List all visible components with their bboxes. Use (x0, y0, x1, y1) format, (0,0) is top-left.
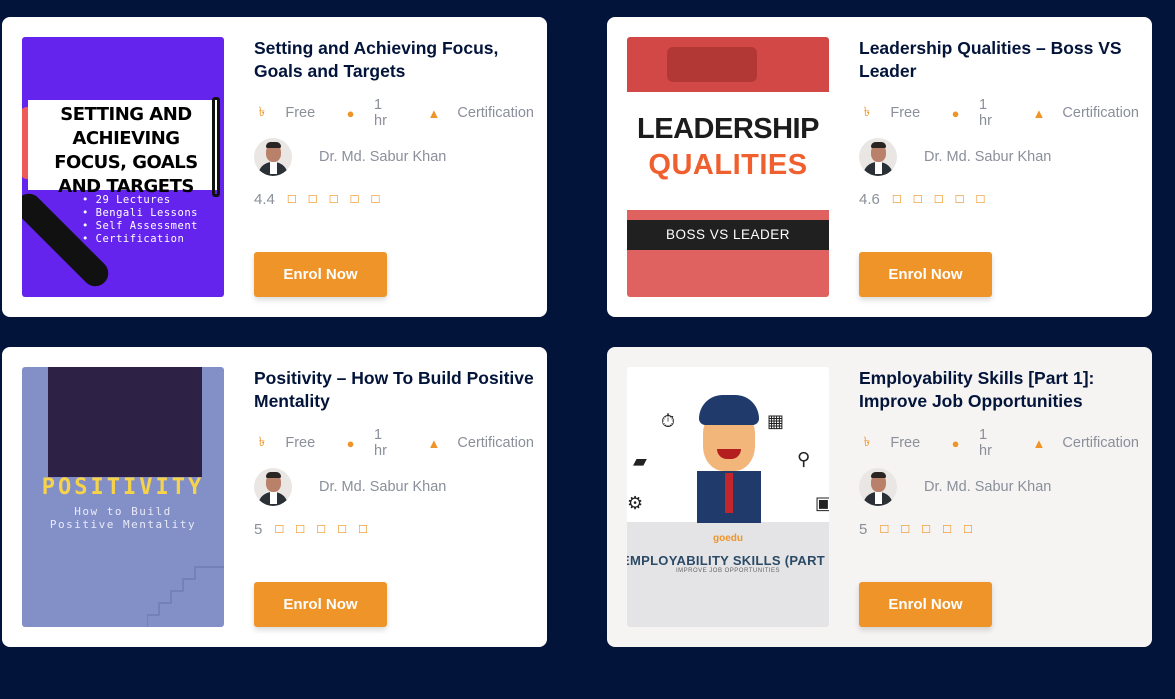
course-meta: ৳ Free ● 1 hr ▲ Certification (254, 427, 534, 459)
rating-row: 5 ☐ ☐ ☐ ☐ ☐ (254, 519, 534, 539)
author-name[interactable]: Dr. Md. Sabur Khan (924, 149, 1051, 165)
rating-stars: ☐ ☐ ☐ ☐ ☐ (891, 193, 990, 206)
thumbnail-title: POSITIVITY (41, 475, 205, 500)
taka-icon: ৳ (258, 433, 266, 449)
rating-value: 4.4 (254, 190, 275, 208)
thumbnail-band: BOSS VS LEADER (627, 220, 829, 250)
clock-icon: ● (346, 105, 355, 121)
stairs-graphic (147, 566, 224, 627)
author-name[interactable]: Dr. Md. Sabur Khan (319, 479, 446, 495)
duration-label: 1 hr (374, 427, 387, 459)
course-thumbnail[interactable]: LEADERSHIP QUALITIES BOSS VS LEADER (627, 37, 829, 297)
thumbnail-bullets: • 29 Lectures • Bengali Lessons • Self A… (82, 194, 198, 245)
graduation-cap-icon: ▲ (1032, 105, 1046, 121)
rating-value: 4.6 (859, 190, 880, 208)
avatar[interactable] (859, 468, 897, 506)
duration-label: 1 hr (374, 97, 387, 129)
course-title[interactable]: Setting and Achieving Focus, Goals and T… (254, 37, 534, 85)
course-meta: ৳ Free ● 1 hr ▲ Certification (859, 427, 1139, 459)
clock-icon: ● (951, 105, 960, 121)
rating-value: 5 (859, 520, 868, 538)
gear-icon: ⚙ (627, 493, 644, 513)
thumbnail-title-line1: LEADERSHIP (637, 113, 819, 145)
rating-stars: ☐ ☐ ☐ ☐ ☐ (879, 523, 977, 536)
course-thumbnail[interactable]: POSITIVITY How to Build Positive Mentali… (22, 367, 224, 627)
magnifier-icon: ⚲ (797, 449, 811, 469)
price-label: Free (285, 105, 316, 121)
taka-icon: ৳ (258, 103, 266, 119)
clock-icon: ● (951, 435, 960, 451)
graduation-cap-icon: ▲ (427, 435, 441, 451)
author-row: Dr. Md. Sabur Khan (254, 467, 534, 507)
course-card: POSITIVITY How to Build Positive Mentali… (2, 347, 547, 647)
price-label: Free (285, 435, 316, 451)
course-card: ⏱ ▦ ▰ ⚲ ⚙ ▣ goedu EMPLOYABILITY SKILLS (… (607, 347, 1152, 647)
rating-stars: ☐ ☐ ☐ ☐ ☐ (274, 523, 372, 536)
stopwatch-icon: ⏱ (661, 411, 676, 431)
author-row: Dr. Md. Sabur Khan (859, 467, 1139, 507)
duration-label: 1 hr (979, 97, 992, 129)
graduation-cap-icon: ▲ (1032, 435, 1046, 451)
author-name[interactable]: Dr. Md. Sabur Khan (924, 479, 1051, 495)
avatar[interactable] (254, 138, 292, 176)
course-title[interactable]: Positivity – How To Build Positive Menta… (254, 367, 534, 415)
thumbnail-subtitle: IMPROVE JOB OPPORTUNITIES (675, 568, 781, 574)
certification-label: Certification (457, 105, 534, 121)
duration-label: 1 hr (979, 427, 992, 459)
enrol-now-button[interactable]: Enrol Now (859, 252, 992, 297)
rating-row: 4.4 ☐ ☐ ☐ ☐ ☐ (254, 189, 534, 209)
price-label: Free (890, 105, 921, 121)
graduation-cap-icon: ▲ (427, 105, 441, 121)
clock-icon: ● (346, 435, 355, 451)
enrol-now-button[interactable]: Enrol Now (859, 582, 992, 627)
price-label: Free (890, 435, 921, 451)
certification-label: Certification (1062, 435, 1139, 451)
taka-icon: ৳ (863, 433, 871, 449)
course-card: SETTING AND ACHIEVING FOCUS, GOALS AND T… (2, 17, 547, 317)
thumbnail-subtitle: How to Build Positive Mentality (49, 505, 197, 531)
course-meta: ৳ Free ● 1 hr ▲ Certification (254, 97, 534, 129)
author-row: Dr. Md. Sabur Khan (859, 137, 1139, 177)
thumbnail-title: SETTING AND ACHIEVING FOCUS, GOALS AND T… (54, 104, 198, 197)
course-title[interactable]: Leadership Qualities – Boss VS Leader (859, 37, 1139, 85)
course-meta: ৳ Free ● 1 hr ▲ Certification (859, 97, 1139, 129)
certification-label: Certification (457, 435, 534, 451)
enrol-now-button[interactable]: Enrol Now (254, 582, 387, 627)
rating-value: 5 (254, 520, 263, 538)
rating-row: 5 ☐ ☐ ☐ ☐ ☐ (859, 519, 1139, 539)
thumbnail-title-line2: QUALITIES (648, 149, 808, 181)
brand-logo: goedu (713, 533, 743, 544)
presentation-icon: ▣ (815, 493, 829, 513)
course-title[interactable]: Employability Skills [Part 1]: Improve J… (859, 367, 1139, 415)
course-card: LEADERSHIP QUALITIES BOSS VS LEADER Lead… (607, 17, 1152, 317)
author-row: Dr. Md. Sabur Khan (254, 137, 534, 177)
calculator-icon: ▦ (767, 411, 785, 431)
certification-label: Certification (1062, 105, 1139, 121)
avatar[interactable] (254, 468, 292, 506)
rating-row: 4.6 ☐ ☐ ☐ ☐ ☐ (859, 189, 1139, 209)
taka-icon: ৳ (863, 103, 871, 119)
avatar[interactable] (859, 138, 897, 176)
author-name[interactable]: Dr. Md. Sabur Khan (319, 149, 446, 165)
course-thumbnail[interactable]: SETTING AND ACHIEVING FOCUS, GOALS AND T… (22, 37, 224, 297)
thumbnail-title: EMPLOYABILITY SKILLS (PART 1) (627, 553, 829, 568)
course-thumbnail[interactable]: ⏱ ▦ ▰ ⚲ ⚙ ▣ goedu EMPLOYABILITY SKILLS (… (627, 367, 829, 627)
rating-stars: ☐ ☐ ☐ ☐ ☐ (286, 193, 385, 206)
chat-icon: ▰ (633, 451, 647, 471)
enrol-now-button[interactable]: Enrol Now (254, 252, 387, 297)
